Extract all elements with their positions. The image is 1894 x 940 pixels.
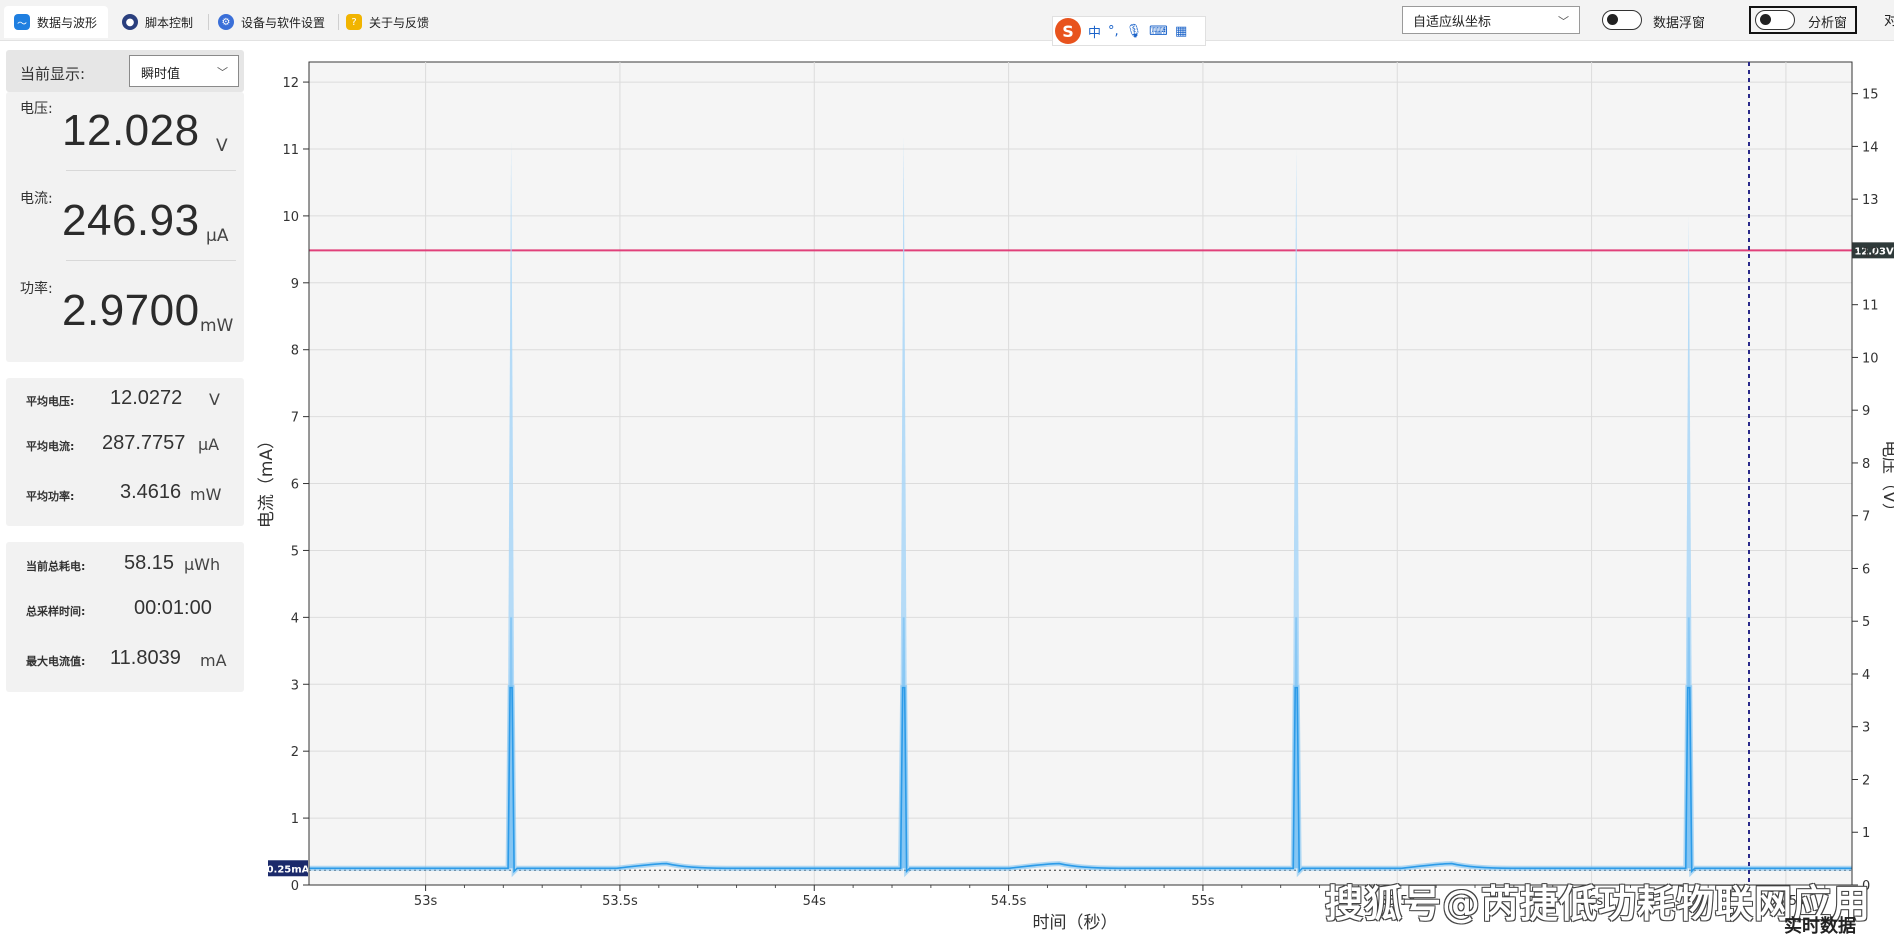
y-tick-label-right: 14 <box>1862 140 1879 155</box>
x-tick-label: 53.5s <box>602 894 638 909</box>
y-tick-label-left: 1 <box>291 812 299 827</box>
plot-area[interactable] <box>308 61 1853 886</box>
y-axis-label-left: 电流（mA） <box>257 432 277 528</box>
y-tick-label-right: 4 <box>1862 668 1870 683</box>
y-tick-label-right: 9 <box>1862 404 1870 419</box>
y-tick-label-right: 5 <box>1862 615 1870 630</box>
waveform-chart[interactable]: 0.25mA12.03V 53s 53.5s 54s 54.5s 55s 55.5s 56s… <box>0 0 1894 940</box>
realtime-data-label: 实时数据 <box>1784 916 1856 937</box>
y-axis-label-right: 电压（V） <box>1879 440 1894 520</box>
y-tick-label-left: 6 <box>291 478 299 493</box>
y-tick-label-right: 10 <box>1862 351 1879 366</box>
y-tick-label-left: 3 <box>291 678 299 693</box>
y-tick-label-right: 3 <box>1862 721 1870 736</box>
y-tick-label-left: 12 <box>282 76 299 91</box>
current-marker-text: 0.25mA <box>267 864 310 875</box>
x-axis-label: 时间（秒） <box>1033 913 1118 933</box>
y-tick-label-right: 12 <box>1862 246 1879 261</box>
x-tick-label: 54s <box>803 894 827 909</box>
x-tick-label: 55s <box>1191 894 1215 909</box>
y-tick-label-left: 9 <box>291 277 299 292</box>
y-tick-label-left: 4 <box>291 611 299 626</box>
y-tick-label-right: 11 <box>1862 299 1879 314</box>
y-tick-label-left: 11 <box>282 143 299 158</box>
y-tick-label-right: 15 <box>1862 88 1879 103</box>
y-tick-label-right: 1 <box>1862 826 1870 841</box>
y-tick-label-left: 2 <box>291 745 299 760</box>
y-tick-label-right: 13 <box>1862 193 1879 208</box>
y-tick-label-left: 0 <box>291 879 299 894</box>
y-tick-label-left: 5 <box>291 544 299 559</box>
x-tick-label: 54.5s <box>991 894 1027 909</box>
y-tick-label-right: 6 <box>1862 562 1870 577</box>
y-tick-label-right: 2 <box>1862 773 1870 788</box>
y-tick-label-left: 10 <box>282 210 299 225</box>
y-tick-label-left: 8 <box>291 344 299 359</box>
y-tick-label-right: 7 <box>1862 510 1870 525</box>
x-tick-label: 53s <box>414 894 438 909</box>
y-tick-label-right: 8 <box>1862 457 1870 472</box>
y-tick-label-left: 7 <box>291 411 299 426</box>
